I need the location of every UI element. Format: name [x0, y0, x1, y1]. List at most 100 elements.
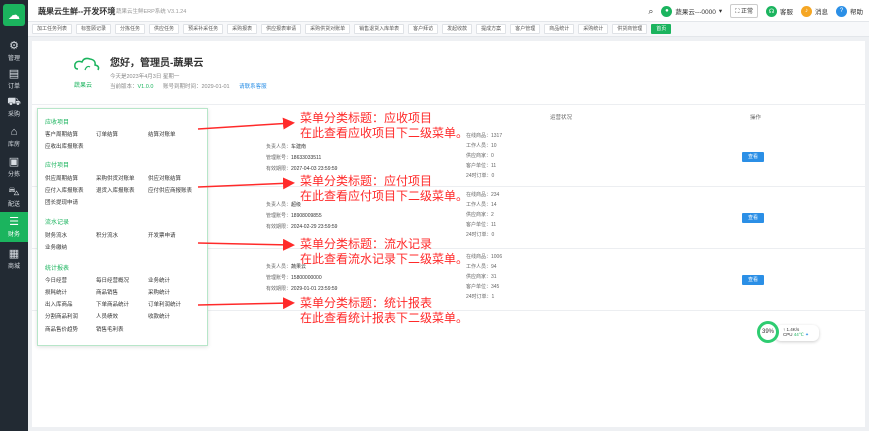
view-button[interactable]: 查看 — [742, 152, 764, 162]
gear-icon: ⚙ — [9, 40, 19, 52]
annotation-flow: 菜单分类标题：流水记录 在此查看流水记录下二级菜单。 — [300, 237, 469, 266]
menu-section-title: 应收项目 — [45, 120, 70, 126]
mode-button[interactable]: ⛶ 正常 — [730, 4, 758, 18]
divider — [32, 104, 865, 105]
menu-item[interactable]: 订单结算 — [96, 130, 118, 138]
tab-item[interactable]: 采购供货对账单 — [305, 24, 351, 34]
grid-icon: ▦ — [8, 248, 20, 260]
left-sidebar: ☁ ⚙ 管理 ▤ 订单 ⛟ 采购 ⌂ 库房 ▣ 分拣 ⛍ 配送 ☰ 财务 ▦ 商城 — [0, 0, 28, 431]
tab-item[interactable]: 销售退货入库单表 — [354, 24, 405, 34]
welcome-title: 您好，管理员-蔬果云 — [110, 58, 204, 69]
annotation-stats: 菜单分类标题：统计报表 在此查看统计报表下二级菜单。 — [300, 296, 469, 325]
menu-item[interactable]: 退货入库报账表 — [96, 186, 135, 194]
menu-item[interactable]: 出入库商品 — [45, 300, 73, 308]
cpu-monitor-widget[interactable]: ↑ 1.4K/s CPU 44℃ ✦ 39% — [757, 321, 819, 343]
tab-item[interactable]: 发起收款 — [442, 24, 473, 34]
tab-item[interactable]: 标签顾记录 — [76, 24, 112, 34]
document-icon: ▤ — [8, 68, 20, 80]
menu-section-title: 应付项目 — [45, 163, 70, 169]
message-button[interactable]: ♪ 消息 — [801, 5, 828, 17]
menu-item[interactable]: 人员绩效 — [96, 312, 118, 320]
version-info: 当前版本：V1.0.0 账号到期时间：2029-01-01 请联系客服 — [110, 84, 267, 90]
menu-item[interactable]: 订单利润统计 — [148, 300, 181, 308]
welcome-logo-text: 蔬果云 — [74, 83, 93, 89]
menu-item[interactable]: 团长提现申请 — [45, 198, 78, 206]
column-header-action: 操作 — [750, 115, 762, 121]
finance-submenu: 应收项目 客户周期结算 订单结算 结算对账单 应收出库报账表 应付项目 供应周期… — [37, 108, 208, 346]
tab-item[interactable]: 供应报表审请 — [261, 24, 302, 34]
app-subtitle: 蔬果云生鲜ERP系统 V3.1.24 — [116, 9, 187, 15]
menu-item[interactable]: 应收出库报账表 — [45, 142, 84, 150]
menu-item[interactable]: 供应周期结算 — [45, 174, 78, 182]
tab-item[interactable]: 采购报表 — [227, 24, 258, 34]
app-logo-icon[interactable]: ☁ — [3, 4, 25, 26]
tab-item[interactable]: 采购统计 — [578, 24, 609, 34]
menu-item[interactable]: 采购供货对账单 — [96, 174, 135, 182]
tab-item[interactable]: 供货商管理 — [612, 24, 648, 34]
tab-item[interactable]: 加工任务列表 — [32, 24, 73, 34]
tab-item[interactable]: 供应任务 — [149, 24, 180, 34]
database-icon: ☰ — [9, 216, 19, 228]
sidebar-item-mall[interactable]: ▦ 商城 — [0, 244, 28, 274]
menu-item[interactable]: 商品售价趋势 — [45, 325, 78, 333]
chevron-down-icon: ▾ — [718, 8, 723, 15]
sidebar-item-purchase[interactable]: ⛟ 采购 — [0, 92, 28, 122]
menu-item[interactable]: 商品销售 — [96, 288, 118, 296]
headset-icon: ☊ — [766, 5, 777, 17]
menu-item[interactable]: 应付入库报账表 — [45, 186, 84, 194]
sidebar-item-sorting[interactable]: ▣ 分拣 — [0, 152, 28, 182]
sidebar-item-warehouse[interactable]: ⌂ 库房 — [0, 122, 28, 152]
menu-item[interactable]: 应付供应商报账表 — [148, 186, 192, 194]
box-icon: ▣ — [8, 156, 20, 168]
tab-home[interactable]: 首页 — [651, 24, 672, 34]
user-menu[interactable]: ● 蔬果云---0000 ▾ — [661, 5, 723, 17]
tab-item[interactable]: 预采补采任务 — [183, 24, 224, 34]
menu-item[interactable]: 今日经营 — [45, 276, 67, 284]
column-header-status: 运营状况 — [550, 115, 573, 121]
sidebar-item-delivery[interactable]: ⛍ 配送 — [0, 182, 28, 212]
user-icon: ● — [661, 5, 673, 17]
menu-item[interactable]: 积分流水 — [96, 231, 118, 239]
menu-item[interactable]: 财务流水 — [45, 231, 67, 239]
help-button[interactable]: ? 帮助 — [836, 5, 863, 17]
help-icon: ? — [836, 5, 847, 17]
today-date: 今天是2023年4月3日 星期一 — [110, 74, 180, 80]
app-title: 蔬果云生鲜--开发环境 — [38, 7, 116, 16]
menu-item[interactable]: 下单商品统计 — [96, 300, 129, 308]
menu-item[interactable]: 结算对账单 — [148, 130, 176, 138]
menu-item[interactable]: 销售毛利表 — [96, 325, 124, 333]
rocket-icon: ✦ — [805, 332, 809, 337]
menu-item[interactable]: 业务统计 — [148, 276, 170, 284]
sidebar-item-manage[interactable]: ⚙ 管理 — [0, 36, 28, 66]
menu-section-title: 流水记录 — [45, 220, 70, 226]
view-button[interactable]: 查看 — [742, 275, 764, 285]
view-button[interactable]: 查看 — [742, 213, 764, 223]
cloud-logo-icon — [74, 57, 100, 71]
service-button[interactable]: ☊ 客服 — [766, 5, 793, 17]
tab-item[interactable]: 客户管理 — [510, 24, 541, 34]
menu-item[interactable]: 业务缴纳 — [45, 243, 67, 251]
tab-item[interactable]: 客户拜访 — [408, 24, 439, 34]
menu-item[interactable]: 每日经营概况 — [96, 276, 129, 284]
tab-item[interactable]: 提成方案 — [476, 24, 507, 34]
tab-item[interactable]: 分拣任务 — [115, 24, 146, 34]
menu-item[interactable]: 开发票申请 — [148, 231, 176, 239]
annotation-receivable: 菜单分类标题：应收项目 在此查看应收项目下二级菜单。 — [300, 111, 469, 140]
menu-item[interactable]: 供应对账结算 — [148, 174, 181, 182]
search-icon[interactable]: ⌕ — [648, 6, 653, 17]
cart-icon: ⛟ — [7, 96, 21, 108]
menu-item[interactable]: 客户周期结算 — [45, 130, 78, 138]
sidebar-item-orders[interactable]: ▤ 订单 — [0, 64, 28, 94]
contact-service-link[interactable]: 请联系客服 — [239, 84, 267, 90]
menu-item[interactable]: 损耗统计 — [45, 288, 67, 296]
menu-item[interactable]: 分割商品利润 — [45, 312, 78, 320]
menu-section-title: 统计报表 — [45, 266, 70, 272]
menu-item[interactable]: 采购统计 — [148, 288, 170, 296]
cpu-percent: 39% — [757, 321, 779, 343]
tab-bar: 加工任务列表 标签顾记录 分拣任务 供应任务 预采补采任务 采购报表 供应报表审… — [28, 22, 869, 37]
sidebar-item-finance[interactable]: ☰ 财务 — [0, 212, 28, 242]
tab-item[interactable]: 商品统计 — [544, 24, 575, 34]
menu-item[interactable]: 收款统计 — [148, 312, 170, 320]
truck-icon: ⛍ — [8, 186, 20, 198]
annotation-payable: 菜单分类标题：应付项目 在此查看应付项目下二级菜单。 — [300, 174, 469, 203]
